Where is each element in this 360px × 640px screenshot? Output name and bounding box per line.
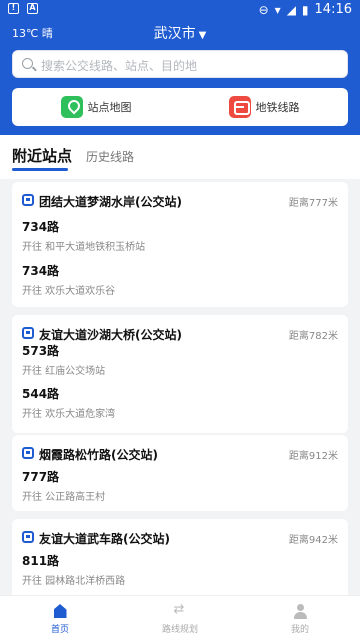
route-direction: 开往 和平大道地铁积玉桥站 — [22, 242, 146, 253]
route-number: 544路 — [22, 387, 60, 401]
route-direction: 开往 欢乐大道危家湾 — [22, 409, 116, 420]
tab-home-label: 首页 — [50, 625, 69, 635]
metro-icon — [228, 96, 251, 118]
app-a-icon: A — [27, 3, 38, 14]
main-content: 附近站点 历史线路 团结大道梦湖水岸(公交站) 距离777米 734路 开往 和… — [0, 135, 360, 595]
route-number: 573路 — [22, 344, 60, 358]
station-card[interactable]: 友谊大道沙湖大桥(公交站) 距离782米 573路 开往 红庙公交场站 544路… — [12, 315, 348, 433]
wifi-icon: ▾ — [274, 2, 281, 17]
bus-stop-icon — [22, 447, 34, 459]
tab-profile-label: 我的 — [290, 625, 309, 635]
station-name: 友谊大道武车路(公交站) — [39, 532, 170, 546]
route-direction: 开往 园林路北洋桥西路 — [22, 576, 126, 587]
route-number: 811路 — [22, 554, 60, 568]
minus-circle-icon: ⊖ — [258, 2, 269, 17]
route-direction: 开往 红庙公交场站 — [22, 366, 106, 377]
bottom-tab-bar: 首页 路线规划 我的 — [0, 595, 360, 640]
bus-stop-icon — [22, 327, 34, 339]
tab-route-planning[interactable]: 路线规划 — [120, 596, 240, 640]
station-distance: 距离912米 — [288, 451, 338, 462]
station-map-label: 站点地图 — [87, 101, 132, 114]
tab-nearby-stations[interactable]: 附近站点 — [12, 145, 72, 171]
metro-lines-button[interactable]: 地铁线路 — [180, 88, 348, 126]
chevron-down-icon: ▼ — [198, 30, 207, 41]
quick-actions: 站点地图 地铁线路 — [12, 88, 348, 126]
route-direction: 开往 欢乐大道欢乐谷 — [22, 286, 116, 297]
route-number: 777路 — [22, 470, 60, 484]
status-bar: ! A ⊖ ▾ ◢ ▮ 14:16 — [0, 0, 360, 20]
search-input[interactable]: 搜索公交线路、站点、目的地 — [12, 50, 348, 78]
station-name: 烟霞路松竹路(公交站) — [39, 448, 158, 462]
tab-route-label: 路线规划 — [161, 625, 198, 635]
route-item[interactable]: 734路 开往 欢乐大道欢乐谷 — [22, 262, 115, 297]
route-item[interactable]: 811路 开往 园林路北洋桥西路 — [22, 552, 125, 587]
tab-bar-top: 附近站点 历史线路 — [0, 135, 360, 179]
notification-icon: ! — [8, 3, 19, 14]
station-card[interactable]: 烟霞路松竹路(公交站) 距离912米 777路 开往 公正路高王村 — [12, 435, 348, 511]
city-selector[interactable]: 武汉市 ▼ — [0, 23, 360, 43]
route-number: 734路 — [22, 220, 60, 234]
route-icon — [173, 602, 188, 619]
header-row: 13℃ 晴 武汉市 ▼ — [0, 22, 360, 44]
station-card[interactable]: 团结大道梦湖水岸(公交站) 距离777米 734路 开往 和平大道地铁积玉桥站 … — [12, 182, 348, 307]
route-number: 734路 — [22, 264, 60, 278]
station-name: 团结大道梦湖水岸(公交站) — [39, 195, 182, 209]
route-item[interactable]: 544路 开往 欢乐大道危家湾 — [22, 385, 115, 420]
station-name: 友谊大道沙湖大桥(公交站) — [39, 328, 182, 342]
route-item[interactable]: 734路 开往 和平大道地铁积玉桥站 — [22, 218, 145, 253]
metro-lines-label: 地铁线路 — [255, 101, 300, 114]
battery-icon: ▮ — [301, 2, 309, 17]
route-item[interactable]: 777路 开往 公正路高王村 — [22, 468, 105, 503]
home-icon — [53, 604, 68, 619]
station-distance: 距离942米 — [288, 535, 338, 546]
station-map-button[interactable]: 站点地图 — [12, 88, 180, 126]
user-icon — [293, 604, 308, 619]
station-card[interactable]: 友谊大道武车路(公交站) 距离942米 811路 开往 园林路北洋桥西路 — [12, 519, 348, 595]
tab-history-routes[interactable]: 历史线路 — [86, 148, 134, 165]
tab-home[interactable]: 首页 — [0, 596, 120, 640]
station-distance: 距离777米 — [288, 198, 338, 209]
station-list[interactable]: 团结大道梦湖水岸(公交站) 距离777米 734路 开往 和平大道地铁积玉桥站 … — [0, 179, 360, 595]
status-time: 14:16 — [314, 2, 352, 17]
map-pin-icon — [60, 96, 83, 118]
tab-profile[interactable]: 我的 — [240, 596, 360, 640]
city-label: 武汉市 — [153, 26, 196, 42]
route-direction: 开往 公正路高王村 — [22, 492, 106, 503]
top-header: ! A ⊖ ▾ ◢ ▮ 14:16 13℃ 晴 武汉市 ▼ 搜索公交线路、站点、目… — [0, 0, 360, 135]
search-icon — [22, 58, 33, 69]
signal-icon: ◢ — [286, 2, 296, 17]
bus-stop-icon — [22, 194, 34, 206]
search-placeholder: 搜索公交线路、站点、目的地 — [41, 59, 198, 73]
station-distance: 距离782米 — [288, 331, 338, 342]
route-item[interactable]: 573路 开往 红庙公交场站 — [22, 342, 105, 377]
bus-stop-icon — [22, 531, 34, 543]
